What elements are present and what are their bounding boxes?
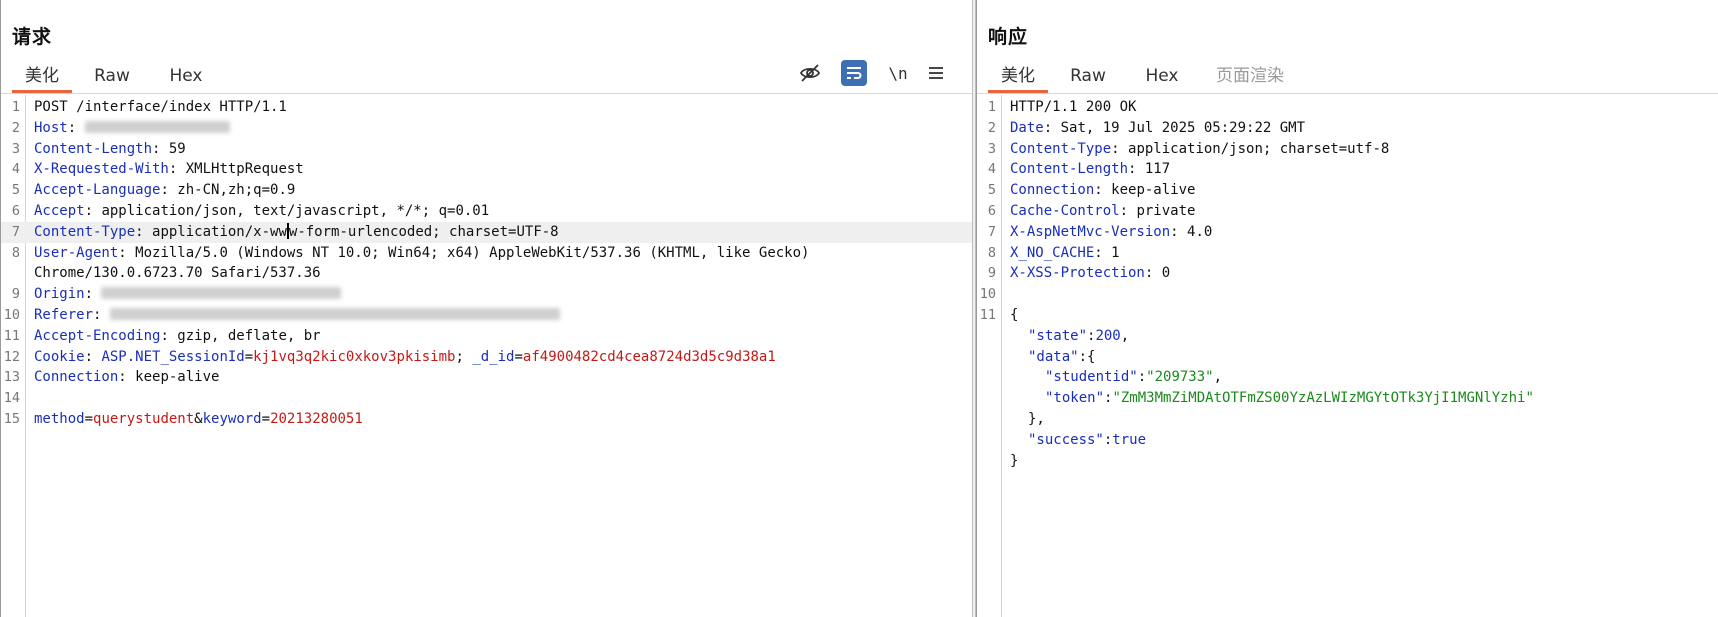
- code-line: 1 POST /interface/index HTTP/1.1: [11, 99, 287, 115]
- code-line: 6 Cache-Control: private: [987, 202, 1196, 219]
- code-line: 11 Accept-Encoding: gzip, deflate, br: [3, 327, 321, 344]
- request-toolbar: \n: [797, 60, 953, 86]
- code-line: 1 HTTP/1.1 200 OK: [987, 99, 1137, 115]
- code-line: 6 Accept: application/json, text/javascri…: [11, 202, 490, 219]
- code-line-empty: 14: [3, 390, 20, 407]
- request-lines: 1 POST /interface/index HTTP/1.1 2 Host: 3…: [1, 97, 975, 430]
- json-line: "success":true: [1028, 431, 1147, 448]
- redacted-referer: [109, 307, 560, 320]
- tab-response-pretty[interactable]: 美化: [988, 65, 1048, 93]
- code-line-current: 7 Content-Type: application/x-ww w-form-ur…: [1, 221, 975, 243]
- json-line: },: [1028, 410, 1045, 427]
- code-line: 10 Referer:: [1, 305, 975, 326]
- request-title: 请求: [12, 26, 53, 48]
- response-pane: 响应 美化 Raw Hex 页面渲染 1 HTTP/1.1 200 OK 2 Dat…: [976, 0, 1718, 617]
- code-line: 8 X_NO_CACHE: 1: [987, 244, 1120, 261]
- json-line: "data":{: [1028, 348, 1096, 365]
- code-line: 7 X-AspNetMvc-Version: 4.0: [987, 223, 1213, 240]
- code-line: 3 Content-Length: 59: [11, 140, 186, 157]
- tab-request-pretty[interactable]: 美化: [12, 65, 72, 93]
- code-line: 2 Host:: [1, 118, 975, 139]
- code-line: 5 Connection: keep-alive: [987, 182, 1196, 199]
- code-line: 12 Cookie: ASP.NET_SessionId=kj1vq3q2kic0…: [3, 348, 776, 365]
- request-editor[interactable]: 1 POST /interface/index HTTP/1.1 2 Host: 3…: [1, 95, 975, 617]
- json-line: "token":"ZmM3MmZiMDAtOTFmZS00YzAzLWIzMGY…: [1045, 390, 1534, 407]
- code-line: 3 Content-Type: application/json; charset…: [987, 140, 1390, 157]
- json-line: }: [1010, 452, 1019, 469]
- code-line: 8 User-Agent: Mozilla/5.0 (Windows NT 10.…: [11, 244, 810, 261]
- json-line: "state":200,: [1028, 327, 1130, 344]
- tab-response-render[interactable]: 页面渲染: [1205, 65, 1295, 93]
- code-line: 4 X-Requested-With: XMLHttpRequest: [11, 161, 304, 178]
- code-line: 9 X-XSS-Protection: 0: [987, 265, 1171, 282]
- response-tabs: 美化 Raw Hex 页面渲染: [977, 60, 1718, 94]
- tab-request-hex[interactable]: Hex: [161, 65, 211, 93]
- redacted-host: [84, 120, 230, 133]
- code-line: 13 Connection: keep-alive: [3, 369, 220, 386]
- tab-response-raw[interactable]: Raw: [1061, 65, 1115, 93]
- code-line-empty: 10: [979, 286, 996, 303]
- code-line: 4 Content-Length: 117: [987, 161, 1171, 178]
- code-line: 9 Origin:: [1, 284, 975, 305]
- newline-toggle-button[interactable]: \n: [885, 60, 911, 86]
- tab-response-hex[interactable]: Hex: [1137, 65, 1187, 93]
- response-title: 响应: [988, 26, 1029, 48]
- code-line-body: 15 method=querystudent&keyword=2021328005…: [3, 410, 363, 427]
- request-pane: 请求 美化 Raw Hex \n 1 POST /interface/index…: [0, 0, 975, 617]
- eye-slash-icon[interactable]: [797, 60, 823, 86]
- code-line: 2 Date: Sat, 19 Jul 2025 05:29:22 GMT: [987, 119, 1306, 136]
- json-line: "studentid":"209733",: [1045, 369, 1223, 386]
- tab-request-raw[interactable]: Raw: [85, 65, 139, 93]
- json-line: 11{: [979, 306, 1019, 323]
- hamburger-menu-icon[interactable]: [923, 60, 949, 86]
- response-editor[interactable]: 1 HTTP/1.1 200 OK 2 Date: Sat, 19 Jul 2025…: [977, 95, 1718, 617]
- code-line-wrapped: Chrome/130.0.6723.70 Safari/537.36: [34, 265, 321, 282]
- response-lines: 1 HTTP/1.1 200 OK 2 Date: Sat, 19 Jul 2025…: [977, 97, 1718, 471]
- code-line: 5 Accept-Language: zh-CN,zh;q=0.9: [11, 182, 296, 199]
- redacted-origin: [101, 287, 342, 300]
- wrap-lines-icon[interactable]: [841, 60, 867, 86]
